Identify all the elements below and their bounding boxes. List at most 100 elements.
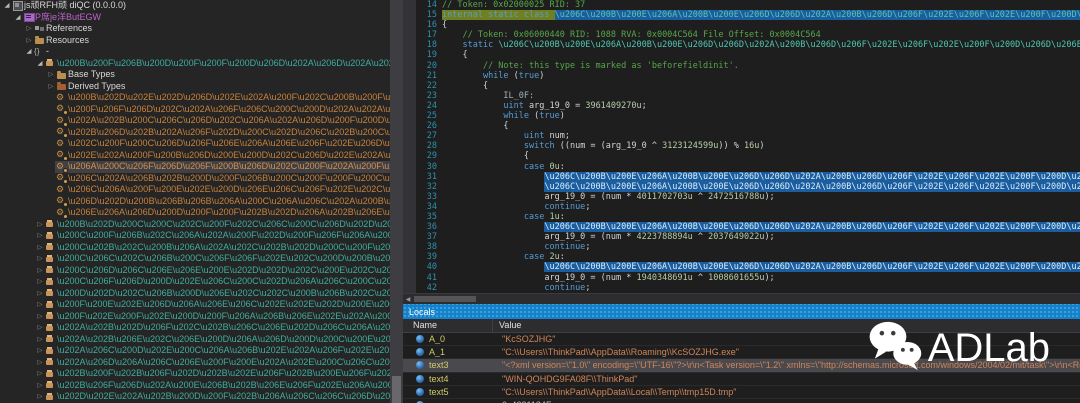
tree-item-base-types[interactable]: ▷Base Types <box>0 69 390 81</box>
code-text[interactable]: continue; <box>442 202 1080 212</box>
expand-arrow-icon[interactable]: ▷ <box>24 35 34 47</box>
code-text[interactable]: uint num; <box>442 131 1080 141</box>
tree-item-namespace[interactable]: ◢- <box>0 46 390 58</box>
breakpoint-margin[interactable] <box>403 141 416 151</box>
code-text[interactable]: \u206C\u200B\u200E\u206A\u200B\u200E\u20… <box>442 262 1080 272</box>
code-text[interactable]: internal static class \u206C\u200B\u200E… <box>442 10 1080 20</box>
code-text[interactable]: case 0u: <box>442 162 1080 172</box>
tree-item-derived-types[interactable]: ▷Derived Types <box>0 81 390 93</box>
expand-arrow-icon[interactable]: ▷ <box>35 288 45 300</box>
tree-item-method-6[interactable]: \u202E\u202A\u200F\u200B\u206D\u200E\u20… <box>0 150 390 162</box>
tree-scrollbar[interactable] <box>390 0 403 403</box>
breakpoint-margin[interactable] <box>403 151 416 161</box>
expand-arrow-icon[interactable]: ▷ <box>35 299 45 311</box>
tree-item-class-4[interactable]: ▷\u200C\u206C\u202C\u206B\u200C\u206F\u2… <box>0 253 390 265</box>
tree-item-class-8[interactable]: ▷\u200F\u200E\u202E\u206D\u206A\u206E\u2… <box>0 299 390 311</box>
local-variable-row[interactable]: text5"C:\\Users\\ThinkPad\\AppData\\Loca… <box>403 386 1080 399</box>
breakpoint-margin[interactable] <box>403 242 416 252</box>
tree-item-class-15[interactable]: ▷\u202B\u206F\u206D\u202A\u200E\u206B\u2… <box>0 380 390 392</box>
breakpoint-margin[interactable] <box>403 252 416 262</box>
hscroll-left-arrow-icon[interactable]: ◀ <box>403 296 413 303</box>
tree-item-resources[interactable]: ▷Resources <box>0 35 390 47</box>
expand-arrow-icon[interactable]: ▷ <box>35 219 45 231</box>
breakpoint-margin[interactable] <box>403 192 416 202</box>
tree-item-class-14[interactable]: ▷\u202B\u200F\u202B\u206F\u202D\u202B\u2… <box>0 368 390 380</box>
tree-item-method-10[interactable]: \u206D\u202D\u200B\u206B\u206B\u206A\u20… <box>0 196 390 208</box>
tree-item-method-5[interactable]: \u202C\u200F\u200C\u206D\u206F\u206E\u20… <box>0 138 390 150</box>
local-variable-row[interactable]: num0x4221184F <box>403 399 1080 403</box>
expand-arrow-icon[interactable]: ▷ <box>35 242 45 254</box>
code-text[interactable]: \u206C\u200B\u200E\u206A\u200B\u200E\u20… <box>442 172 1080 182</box>
breakpoint-margin[interactable] <box>403 162 416 172</box>
expand-arrow-icon[interactable]: ▷ <box>35 265 45 277</box>
breakpoint-margin[interactable] <box>403 202 416 212</box>
breakpoint-margin[interactable] <box>403 20 416 30</box>
tree-item-method-8[interactable]: \u206C\u202A\u206B\u202B\u200D\u200F\u20… <box>0 173 390 185</box>
expand-arrow-icon[interactable]: ▷ <box>35 357 45 369</box>
breakpoint-margin[interactable] <box>403 81 416 91</box>
expand-arrow-icon[interactable]: ▷ <box>35 311 45 323</box>
breakpoint-margin[interactable] <box>403 61 416 71</box>
breakpoint-margin[interactable] <box>403 10 416 20</box>
breakpoint-margin[interactable] <box>403 121 416 131</box>
breakpoint-margin[interactable] <box>403 50 416 60</box>
expand-arrow-icon[interactable]: ▷ <box>24 23 34 35</box>
code-text[interactable]: case 2u: <box>442 252 1080 262</box>
tree-item-class-6[interactable]: ▷\u200C\u206F\u206D\u200D\u202E\u206C\u2… <box>0 276 390 288</box>
expand-arrow-icon[interactable]: ▷ <box>35 322 45 334</box>
code-hscrollbar[interactable]: ◀ <box>403 293 1080 304</box>
code-text[interactable]: { <box>442 121 1080 131</box>
code-text[interactable]: IL_0F: <box>442 91 1080 101</box>
expand-arrow-icon[interactable]: ▷ <box>35 253 45 265</box>
expand-arrow-icon[interactable]: ▷ <box>46 81 56 93</box>
breakpoint-margin[interactable] <box>403 0 416 10</box>
breakpoint-margin[interactable] <box>403 273 416 283</box>
tree-scrollbar-thumb[interactable] <box>392 376 401 403</box>
breakpoint-margin[interactable] <box>403 111 416 121</box>
tree-item-class-2[interactable]: ▷\u200C\u200F\u206B\u202C\u206A\u202A\u2… <box>0 230 390 242</box>
breakpoint-margin[interactable] <box>403 30 416 40</box>
breakpoint-margin[interactable] <box>403 232 416 242</box>
breakpoint-margin[interactable] <box>403 101 416 111</box>
expand-arrow-icon[interactable]: ▷ <box>35 334 45 346</box>
code-text[interactable]: arg_19_0 = (num * 1940348691u ^ 10086016… <box>442 273 1080 283</box>
tree-item-class-10[interactable]: ▷\u202A\u202B\u202D\u206F\u202C\u202B\u2… <box>0 322 390 334</box>
expand-arrow-icon[interactable]: ▷ <box>35 276 45 288</box>
tree-item-class-16[interactable]: ▷\u202D\u202E\u202A\u202B\u200D\u200F\u2… <box>0 391 390 403</box>
code-text[interactable]: // Token: 0x02000025 RID: 37 <box>442 0 1080 10</box>
code-text[interactable]: continue; <box>442 242 1080 252</box>
code-text[interactable]: { <box>442 151 1080 161</box>
code-text[interactable]: uint arg_19_0 = 3961409270u; <box>442 101 1080 111</box>
tree-item-module[interactable]: ◢P席je洋ButEGW <box>0 12 390 24</box>
expand-arrow-icon[interactable]: ▷ <box>35 230 45 242</box>
code-text[interactable]: \u206C\u200B\u200E\u206A\u200B\u200E\u20… <box>442 182 1080 192</box>
tree-item-class-12[interactable]: ▷\u202A\u206C\u200D\u202E\u200C\u206A\u2… <box>0 345 390 357</box>
collapse-arrow-icon[interactable]: ◢ <box>24 46 34 58</box>
breakpoint-margin[interactable] <box>403 91 416 101</box>
code-text[interactable]: arg_19_0 = (num * 4011702703u ^ 24725167… <box>442 192 1080 202</box>
breakpoint-margin[interactable] <box>403 182 416 192</box>
code-text[interactable]: while (true) <box>442 71 1080 81</box>
breakpoint-margin[interactable] <box>403 172 416 182</box>
breakpoint-margin[interactable] <box>403 40 416 50</box>
code-text[interactable]: \u206C\u200B\u200E\u206A\u200B\u200E\u20… <box>442 222 1080 232</box>
tree-item-class-3[interactable]: ▷\u200C\u202B\u202C\u200B\u206A\u202A\u2… <box>0 242 390 254</box>
code-text[interactable]: continue; <box>442 283 1080 293</box>
tree-item-class-13[interactable]: ▷\u202A\u206D\u206A\u206C\u206E\u200F\u2… <box>0 357 390 369</box>
code-text[interactable]: // Note: this type is marked as 'beforef… <box>442 61 1080 71</box>
code-text[interactable]: { <box>442 81 1080 91</box>
tree-item-method-7[interactable]: \u206A\u200C\u206F\u206D\u206F\u200B\u20… <box>0 161 390 173</box>
tree-item-class-11[interactable]: ▷\u202A\u202B\u206E\u202C\u206E\u200D\u2… <box>0 334 390 346</box>
collapse-arrow-icon[interactable]: ◢ <box>2 0 12 12</box>
code-text[interactable]: static \u206C\u200B\u200E\u206A\u200B\u2… <box>442 40 1080 50</box>
tree-item-method-1[interactable]: \u200B\u202D\u202E\u202D\u206D\u202E\u20… <box>0 92 390 104</box>
code-text[interactable]: while (true) <box>442 111 1080 121</box>
collapse-arrow-icon[interactable]: ◢ <box>35 58 45 70</box>
code-editor[interactable]: 14// Token: 0x02000025 RID: 3715internal… <box>403 0 1080 293</box>
tree-item-method-4[interactable]: \u202B\u206D\u202B\u202A\u206F\u202D\u20… <box>0 127 390 139</box>
tree-item-references[interactable]: ▷References <box>0 23 390 35</box>
tree-item-class-9[interactable]: ▷\u200F\u202E\u200F\u202E\u200D\u200F\u2… <box>0 311 390 323</box>
expand-arrow-icon[interactable]: ▷ <box>35 345 45 357</box>
code-text[interactable]: // Token: 0x06000440 RID: 1088 RVA: 0x00… <box>442 30 1080 40</box>
locals-panel-title[interactable]: Locals <box>403 304 1080 319</box>
